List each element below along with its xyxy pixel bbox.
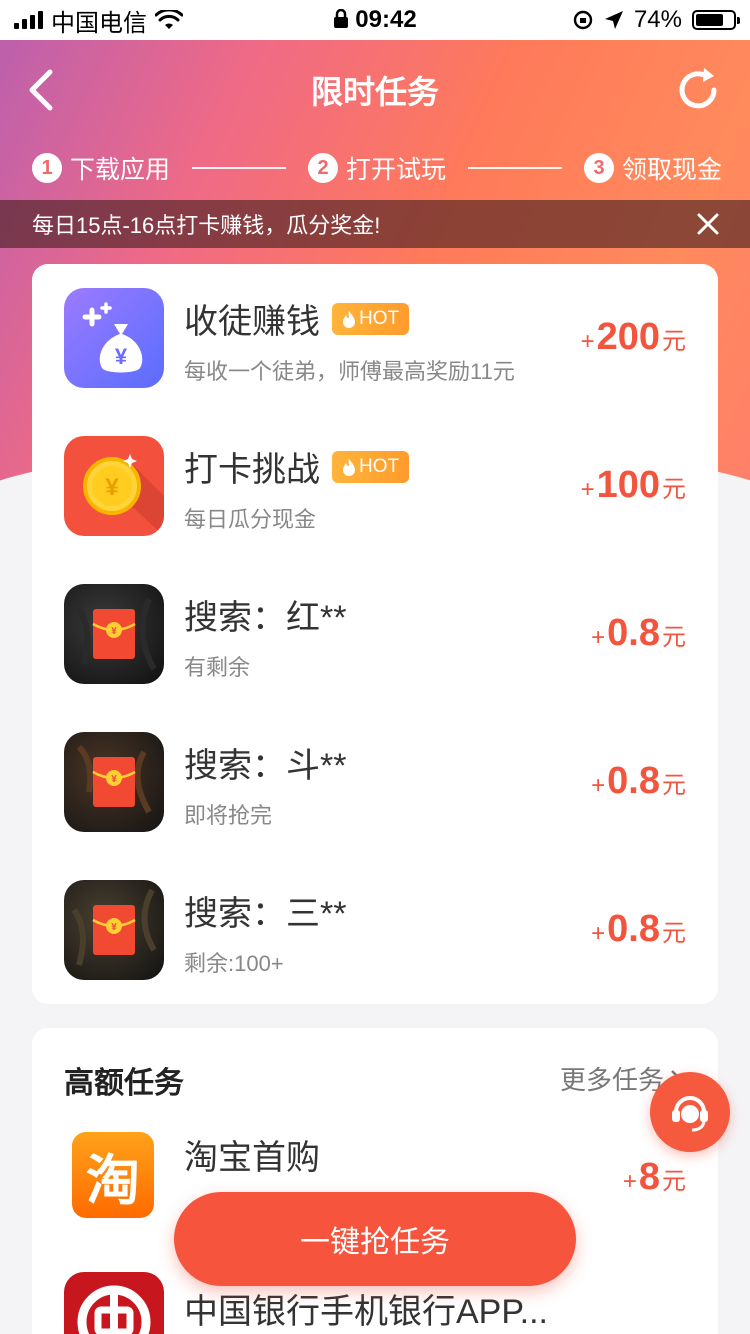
step-divider [468,167,562,169]
task-item[interactable]: ¥ 搜索：红** 有剩余 + 0.8 元 [32,560,718,708]
notice-text: 每日15点-16点打卡赚钱，瓜分奖金! [32,213,381,238]
signal-icon [14,11,43,29]
step-3: 3 领取现金 [584,150,722,186]
step-2: 2 打开试玩 [308,150,446,186]
red-envelope-icon: ¥ [64,732,164,832]
reward-plus: + [591,920,606,947]
svg-text:¥: ¥ [111,922,117,933]
reward-plus: + [591,772,606,799]
red-envelope-icon: ¥ [64,584,164,684]
refresh-button[interactable] [674,66,722,114]
task-name: 搜索：红** [184,599,347,637]
step-1: 1 下载应用 [32,150,170,186]
high-reward-section: 高额任务 更多任务 淘 淘宝首购 + 8 元 中国银行手机银行APP... [32,1028,718,1334]
battery-icon [692,10,740,30]
task-item[interactable]: ¥ 搜索：斗** 即将抢完 + 0.8 元 [32,708,718,856]
svg-text:¥: ¥ [111,626,117,637]
step-number: 1 [32,153,62,183]
fire-icon [343,458,355,476]
task-reward: + 8 元 [623,1156,686,1199]
gold-coin-icon: ¥ [64,436,164,536]
reward-plus: + [580,328,595,355]
step-label: 下载应用 [70,156,171,184]
back-button[interactable] [24,68,64,112]
task-desc: 剩余:100+ [184,951,284,976]
hot-badge: HOT [332,302,410,335]
step-label: 领取现金 [622,156,723,184]
task-reward: + 200 元 [581,316,686,359]
lock-icon [334,8,349,28]
status-bar: 中国电信 09:42 74% [0,0,750,40]
location-icon [604,11,623,29]
reward-amount: 200 [596,316,660,358]
wifi-icon [155,10,183,29]
reward-amount: 0.8 [607,908,660,950]
steps-indicator: 1 下载应用 2 打开试玩 3 领取现金 [32,146,722,190]
cta-label: 一键抢任务 [300,1226,450,1259]
fire-icon [343,310,355,328]
task-item[interactable]: ¥ 收徒赚钱 HOT 每收一个徒弟，师傅最高奖励11元 + 200 元 [32,264,718,412]
customer-service-button[interactable] [650,1072,730,1152]
reward-unit: 元 [662,772,686,799]
reward-amount: 0.8 [607,760,660,802]
taobao-icon: 淘 [72,1132,154,1218]
more-tasks-label: 更多任务 [559,1065,664,1095]
hot-badge: HOT [332,450,410,483]
task-reward: + 0.8 元 [591,760,686,803]
svg-text:¥: ¥ [105,474,119,501]
hot-label: HOT [359,455,400,477]
step-number: 2 [308,153,338,183]
red-envelope-icon: ¥ [64,880,164,980]
task-name: 中国银行手机银行APP... [184,1293,548,1331]
task-reward: + 0.8 元 [591,612,686,655]
task-name: 淘宝首购 [184,1139,320,1177]
svg-text:¥: ¥ [115,344,128,369]
nav-bar: 限时任务 [0,40,750,140]
reward-unit: 元 [662,920,686,947]
clock-time: 09:42 [355,6,417,33]
task-desc: 每日瓜分现金 [184,507,317,532]
money-bag-icon: ¥ [64,288,164,388]
task-name: 搜索：三** [184,895,347,933]
limited-task-list: ¥ 收徒赚钱 HOT 每收一个徒弟，师傅最高奖励11元 + 200 元 ¥ 打卡… [32,264,718,1004]
grab-tasks-button[interactable]: 一键抢任务 [174,1192,576,1286]
svg-text:¥: ¥ [111,774,117,785]
reward-unit: 元 [662,476,686,503]
task-item[interactable]: ¥ 打卡挑战 HOT 每日瓜分现金 + 100 元 [32,412,718,560]
taobao-glyph: 淘 [86,1150,140,1211]
task-reward: + 9 元 [623,1330,686,1334]
bank-of-china-icon [64,1272,164,1334]
step-number: 3 [584,153,614,183]
task-reward: + 0.8 元 [591,908,686,951]
orientation-lock-icon [573,10,593,30]
task-desc: 有剩余 [184,655,251,680]
step-divider [192,167,286,169]
reward-unit: 元 [662,624,686,651]
task-reward: + 100 元 [581,464,686,507]
section-title: 高额任务 [64,1067,184,1100]
notice-banner: 每日15点-16点打卡赚钱，瓜分奖金! [0,200,750,248]
close-icon[interactable] [696,212,720,236]
task-name: 打卡挑战 [184,451,320,489]
reward-unit: 元 [662,1168,686,1195]
task-item[interactable]: ¥ 搜索：三** 剩余:100+ + 0.8 元 [32,856,718,1004]
reward-amount: 100 [596,464,660,506]
reward-unit: 元 [662,328,686,355]
task-desc: 每收一个徒弟，师傅最高奖励11元 [184,359,515,384]
step-label: 打开试玩 [346,156,447,184]
reward-plus: + [591,624,606,651]
hot-label: HOT [359,307,400,329]
reward-amount: 0.8 [607,612,660,654]
headset-icon [672,1096,708,1132]
reward-plus: + [580,476,595,503]
task-desc: 即将抢完 [184,803,273,828]
carrier-label: 中国电信 [51,9,147,37]
task-name: 搜索：斗** [184,747,347,785]
battery-percent: 74% [633,6,682,33]
reward-amount: 8 [638,1156,660,1198]
reward-plus: + [622,1168,637,1195]
task-name: 收徒赚钱 [184,303,320,341]
page-title: 限时任务 [310,74,439,110]
reward-amount: 9 [639,1330,660,1334]
